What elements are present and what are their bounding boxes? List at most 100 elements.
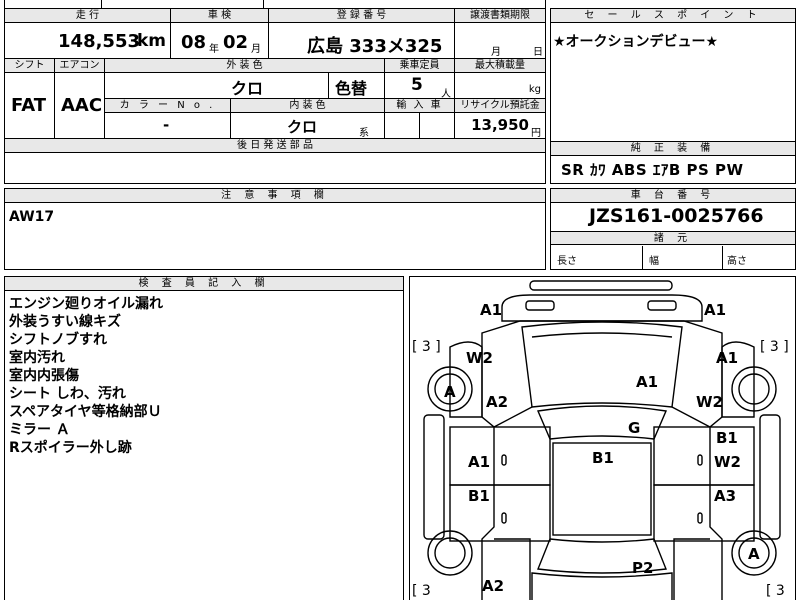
hood-inner xyxy=(531,332,673,338)
color-no-header: カ ラ ー N o . xyxy=(105,99,231,113)
transfer-day-unit: 日 xyxy=(533,47,543,58)
door-fl xyxy=(449,426,551,486)
length-label: 長さ xyxy=(557,256,577,267)
shift-header: シフト xyxy=(5,59,55,73)
sales-point-text: ★オークションデビュー★ xyxy=(553,34,719,50)
partial-header-cell-1 xyxy=(101,0,102,8)
aircon-value: AAC xyxy=(61,95,103,116)
partial-header-row xyxy=(5,0,545,9)
height-cell: 高さ xyxy=(723,246,795,269)
interior-color-cell: クロ 系 xyxy=(231,113,385,139)
mileage-header: 走 行 xyxy=(5,9,171,23)
capacity-unit: 人 xyxy=(441,89,451,99)
registration-header: 登 録 番 号 xyxy=(269,9,455,23)
chassis-box: 車 台 番 号 JZS161-0025766 諸 元 長さ 幅 高さ xyxy=(550,188,796,270)
shift-cell: FAT xyxy=(5,73,55,139)
inspection-month-unit: 月 xyxy=(251,44,261,55)
handle-fr xyxy=(697,454,703,466)
handle-rr xyxy=(697,512,703,524)
sales-point-header: セ ー ル ス ポ イ ン ト xyxy=(551,9,795,23)
max-load-cell: kg xyxy=(455,73,545,99)
tire-tread-front-left: [ 3 ] xyxy=(412,339,441,355)
mark-roof: B1 xyxy=(592,449,614,467)
mark-fender-left: W2 xyxy=(466,349,493,367)
mark-front-left: A1 xyxy=(480,301,503,319)
inspection-header: 車 検 xyxy=(171,9,269,23)
tire-tread-front-right: [ 3 ] xyxy=(760,339,789,355)
registration-cell: 広島 333メ325 xyxy=(269,23,455,59)
sales-point-box: セ ー ル ス ポ イ ン ト ★オークションデビュー★ 純 正 装 備 SR … xyxy=(550,8,796,184)
recycle-header: リサイクル預託金 xyxy=(455,99,545,113)
inspector-line: エンジン廻りオイル漏れ xyxy=(9,296,163,312)
transfer-deadline-cell: 月 日 xyxy=(455,23,545,59)
later-parts-header: 後 日 発 送 部 品 xyxy=(5,139,545,153)
aircon-header: エアコン xyxy=(55,59,105,73)
tire-tread-rear-left: [ 3 xyxy=(412,583,431,599)
mark-front-right: A1 xyxy=(704,301,727,319)
partial-header-cell-2 xyxy=(263,0,264,8)
inspection-cell: 08 年 02 月 xyxy=(171,23,269,59)
inspector-line: ミラー Ａ xyxy=(9,422,70,438)
color-no-value: - xyxy=(163,116,170,134)
exterior-color-cell: クロ xyxy=(105,73,329,99)
import-cell-1 xyxy=(385,113,420,139)
mileage-value: 148,553 xyxy=(58,31,140,52)
transfer-deadline-header: 譲渡書類期限 xyxy=(455,9,545,23)
inspector-line: Rスポイラー外し跡 xyxy=(9,440,132,456)
exterior-color-value: クロ xyxy=(231,79,264,98)
mileage-cell: 148,553 km xyxy=(5,23,171,59)
inspector-line: 外装うすい線キズ xyxy=(9,314,121,330)
car-diagram-box: [ 3 ] [ 3 ] [ 3 [ 3 A1 A1 W2 A1 A A2 W2 … xyxy=(409,276,796,600)
headlight-right xyxy=(647,300,677,311)
width-cell: 幅 xyxy=(643,246,723,269)
notes-header: 注 意 事 項 欄 xyxy=(5,189,545,203)
inspection-year-unit: 年 xyxy=(209,44,219,55)
equipment-text: SR ｶﾜ ABS ｴｱB PS PW xyxy=(561,161,744,179)
inspector-line: 室内汚れ xyxy=(9,350,65,366)
mark-roof-front: G xyxy=(628,419,641,437)
door-rr xyxy=(653,484,755,542)
handle-fl xyxy=(501,454,507,466)
specs-row: 長さ 幅 高さ xyxy=(551,246,795,269)
inspector-lines: エンジン廻りオイル漏れ 外装うすい線キズ シフトノブすれ 室内汚れ 室内内張傷 … xyxy=(9,295,163,457)
mark-pillar-right: W2 xyxy=(696,393,723,411)
handle-rl xyxy=(501,512,507,524)
aircon-cell: AAC xyxy=(55,73,105,139)
capacity-header: 乗車定員 xyxy=(385,59,455,73)
exterior-color-header: 外 装 色 xyxy=(105,59,385,73)
inspector-line: 室内内張傷 xyxy=(9,368,79,384)
recycle-cell: 13,950 円 xyxy=(455,113,545,139)
mark-door-fr-top: B1 xyxy=(716,429,738,447)
max-load-unit: kg xyxy=(528,84,541,95)
mark-door-rl: B1 xyxy=(468,487,490,505)
skirt-right xyxy=(759,414,781,540)
skirt-left xyxy=(423,414,445,540)
inspector-line: シート しわ、汚れ xyxy=(9,386,126,402)
mark-hood: A1 xyxy=(636,373,659,391)
import-cell-2 xyxy=(420,113,455,139)
headlight-left xyxy=(525,300,555,311)
notes-text: AW17 xyxy=(9,209,55,225)
height-label: 高さ xyxy=(727,256,747,267)
inspection-month: 02 xyxy=(223,32,249,53)
equipment-header-bar: 純 正 装 備 xyxy=(551,141,795,156)
max-load-header: 最大積載量 xyxy=(455,59,545,73)
mark-pillar-left: A2 xyxy=(486,393,509,411)
inspector-line: シフトノブすれ xyxy=(9,332,107,348)
transfer-month-unit: 月 xyxy=(491,47,501,58)
mark-trunk: P2 xyxy=(632,559,654,577)
mark-wheel-left: A xyxy=(444,383,456,401)
mark-wheel-left-rear: A xyxy=(748,545,760,563)
equipment-header: 純 正 装 備 xyxy=(551,142,795,156)
color-change-cell: 色替 xyxy=(329,73,385,99)
width-label: 幅 xyxy=(649,256,659,267)
rear-pillar-right xyxy=(673,538,710,600)
inspector-line: スペアタイヤ等格納部Ｕ xyxy=(9,404,162,420)
chassis-header: 車 台 番 号 xyxy=(551,189,795,203)
notes-box: 注 意 事 項 欄 AW17 xyxy=(4,188,546,270)
mark-door-fr-bottom: W2 xyxy=(714,453,741,471)
wheel-rear-left-inner xyxy=(434,537,466,569)
front-bumper xyxy=(501,294,703,322)
top-info-table: 走 行 車 検 登 録 番 号 譲渡書類期限 148,553 km 08 年 0… xyxy=(4,0,546,184)
hood xyxy=(521,321,683,408)
